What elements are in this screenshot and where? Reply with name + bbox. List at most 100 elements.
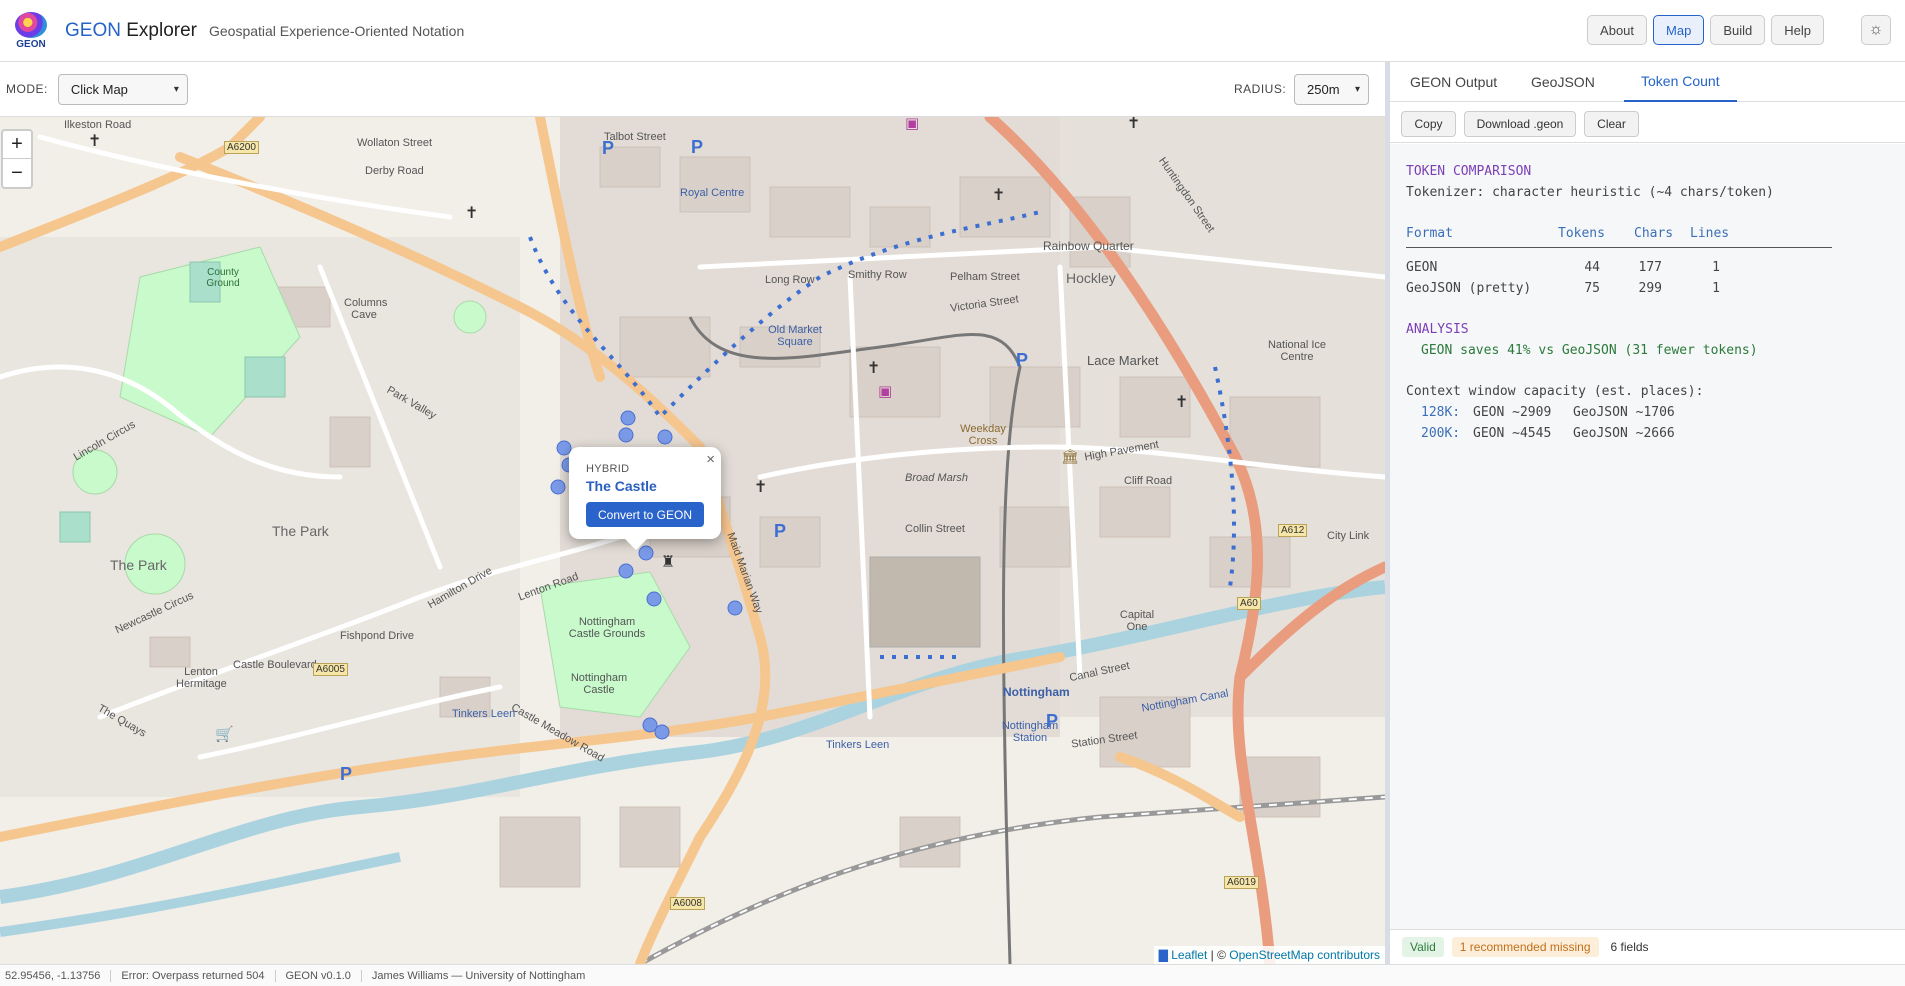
map-label-royal-centre: Royal Centre: [680, 187, 745, 199]
chevron-down-icon: ▾: [173, 83, 179, 95]
popup-feature-type: HYBRID: [586, 463, 630, 475]
parking-icon: P: [1046, 711, 1059, 731]
leaflet-link[interactable]: Leaflet: [1171, 948, 1207, 962]
analysis-title: ANALYSIS: [1406, 322, 1469, 337]
context-200k-geojson: GeoJSON ~2666: [1573, 426, 1675, 441]
app-version: GEON v0.1.0: [276, 969, 362, 982]
parking-icon: P: [602, 138, 615, 158]
shop-icon: 🛒: [215, 726, 234, 743]
map-label-lenton-hermitage: Lenton Hermitage: [176, 666, 227, 690]
road-shield-a6200: A6200: [224, 141, 259, 154]
road-shield-a6005: A6005: [313, 663, 348, 676]
globe-icon: [15, 11, 47, 38]
status-badge-valid: Valid: [1402, 937, 1444, 957]
map-label-tinkers-leen: Tinkers Leen: [452, 708, 516, 720]
output-tabs: GEON Output GeoJSON Token Count: [1390, 62, 1905, 102]
map-label-derby-road: Derby Road: [365, 165, 424, 177]
attribution-separator: | ©: [1207, 948, 1230, 962]
shop-icon: ▣: [905, 117, 920, 132]
app-title: GEON Explorer: [65, 20, 197, 42]
osm-contributors-link[interactable]: OpenStreetMap contributors: [1229, 948, 1380, 962]
nav-map-button[interactable]: Map: [1653, 15, 1705, 45]
leaflet-flag-icon: ▇: [1158, 948, 1168, 962]
mode-select-value: Click Map: [70, 81, 128, 97]
map-label-pelham-street: Pelham Street: [950, 271, 1020, 283]
radius-select-value: 250m: [1307, 81, 1340, 97]
table-divider: [1406, 247, 1832, 248]
radius-label: RADIUS:: [1234, 82, 1287, 96]
nav-build-button[interactable]: Build: [1710, 15, 1766, 45]
nav-help-button[interactable]: Help: [1771, 15, 1824, 45]
map-label-broad-marsh: Broad Marsh: [905, 472, 968, 484]
tab-geojson[interactable]: GeoJSON: [1531, 62, 1595, 102]
cursor-coordinates: 52.95456, -1.13756: [0, 969, 112, 982]
museum-icon: 🏛: [1061, 448, 1079, 464]
church-icon: ✝: [754, 479, 768, 496]
copy-button[interactable]: Copy: [1401, 111, 1456, 137]
parking-icon: P: [1016, 350, 1029, 370]
output-actions: Copy Download .geon Clear: [1390, 102, 1905, 143]
church-icon: ✝: [465, 205, 479, 222]
map-label-ilkeston-road: Ilkeston Road: [64, 119, 132, 131]
tab-geon-output[interactable]: GEON Output: [1410, 62, 1497, 102]
popup-close-button[interactable]: ×: [706, 451, 715, 468]
chevron-down-icon: ▾: [1354, 83, 1360, 95]
map-label-long-row: Long Row: [765, 274, 815, 286]
context-capacity-title: Context window capacity (est. places):: [1406, 384, 1704, 399]
mode-select[interactable]: Click Map ▾: [57, 73, 188, 105]
theme-toggle-button[interactable]: ☼: [1861, 15, 1891, 45]
context-200k-geon: GEON ~4545: [1473, 426, 1552, 441]
mode-label: MODE:: [6, 82, 48, 96]
map-label-hockley: Hockley: [1066, 270, 1116, 286]
status-badge-missing: 1 recommended missing: [1451, 937, 1599, 957]
map-canvas[interactable]: The Park The Park Nottingham Castle Grou…: [0, 117, 1385, 964]
church-icon: ✝: [992, 187, 1006, 204]
map-label-cliff-road: Cliff Road: [1124, 475, 1173, 487]
map-label-columns-cave: Columns Cave: [344, 297, 388, 321]
tokenizer-note: Tokenizer: character heuristic (~4 chars…: [1406, 185, 1774, 200]
map-label-castle: Nottingham Castle: [570, 672, 628, 696]
map-label-collin-street: Collin Street: [905, 523, 965, 535]
zoom-out-button[interactable]: −: [3, 159, 31, 187]
convert-to-geon-button[interactable]: Convert to GEON: [586, 502, 704, 527]
zoom-in-button[interactable]: +: [3, 131, 31, 159]
map-label-tinkers-leen-2: Tinkers Leen: [826, 739, 890, 751]
map-label-nottingham: Nottingham: [1003, 685, 1070, 699]
map-label-weekday-cross: Weekday Cross: [960, 423, 1006, 447]
row-geojson-format: GeoJSON (pretty): [1406, 281, 1532, 296]
nav-about-button[interactable]: About: [1587, 15, 1648, 45]
error-message: Error: Overpass returned 504: [111, 969, 276, 982]
geon-logo: GEON: [9, 9, 53, 53]
top-nav: About Map Build Help: [1587, 15, 1824, 45]
analysis-text: GEON saves 41% vs GeoJSON (31 fewer toke…: [1421, 343, 1758, 358]
road-shield-a6008: A6008: [670, 897, 705, 910]
church-icon: ✝: [1127, 117, 1141, 132]
row-geon-lines: 1: [1712, 260, 1720, 275]
map-label-the-park: The Park: [272, 523, 329, 539]
parking-icon: P: [691, 137, 704, 157]
map-label-the-park-2: The Park: [110, 557, 167, 573]
map-label-city-link: City Link: [1327, 530, 1370, 542]
popup-feature-name: The Castle: [586, 478, 657, 494]
clear-button[interactable]: Clear: [1584, 111, 1639, 137]
sun-icon: ☼: [1868, 21, 1884, 38]
road-shield-a612: A612: [1278, 524, 1308, 537]
context-200k-label: 200K:: [1421, 426, 1461, 441]
zoom-control: + −: [1, 129, 33, 189]
context-128k-geojson: GeoJSON ~1706: [1573, 405, 1675, 420]
output-panel: GEON Output GeoJSON Token Count Copy Dow…: [1390, 62, 1905, 964]
tab-token-count[interactable]: Token Count: [1624, 62, 1737, 102]
radius-select[interactable]: 250m ▾: [1294, 73, 1369, 105]
app-header: GEON GEON Explorer Geospatial Experience…: [0, 0, 1905, 62]
map-toolbar: MODE: Click Map ▾ RADIUS: 250m ▾: [0, 62, 1385, 117]
download-geon-button[interactable]: Download .geon: [1464, 111, 1576, 137]
logo-text: GEON: [16, 38, 46, 50]
row-geon-tokens: 44: [1584, 260, 1600, 275]
road-shield-a6019: A6019: [1224, 876, 1259, 889]
tagline: Geospatial Experience-Oriented Notation: [208, 22, 465, 39]
map-label-old-market-square: Old Market Square: [768, 324, 822, 348]
author-credit: James Williams — University of Nottingha…: [371, 969, 586, 982]
shop-icon: ▣: [878, 383, 893, 400]
map-label-castle-boulevard: Castle Boulevard: [233, 659, 317, 671]
map-label-capital-one: Capital One: [1119, 609, 1155, 633]
